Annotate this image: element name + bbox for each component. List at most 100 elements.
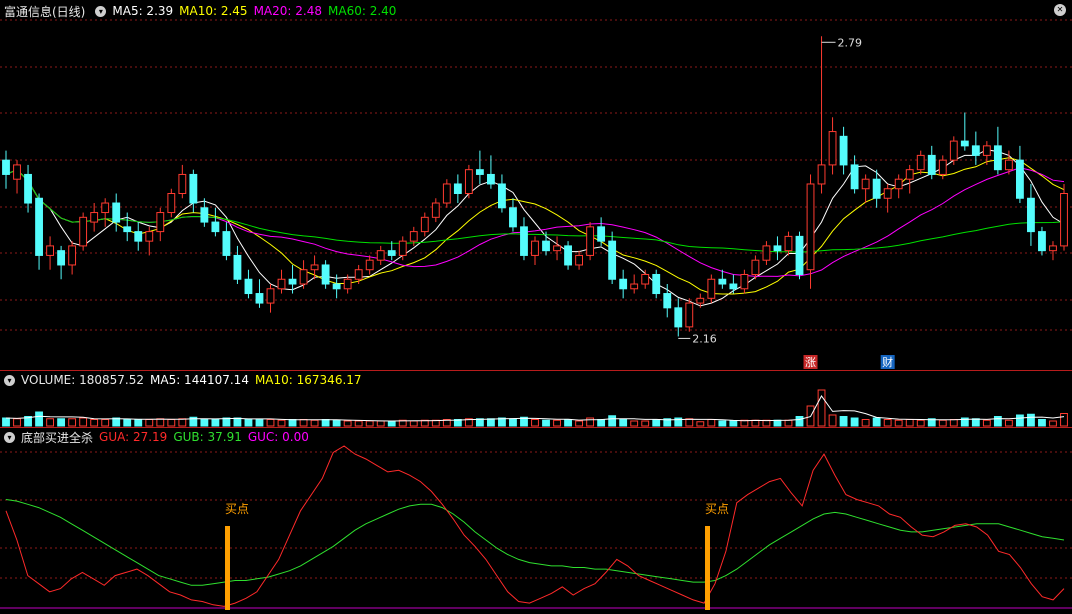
candle	[233, 245, 242, 285]
candle	[299, 260, 308, 289]
candle	[795, 231, 804, 280]
candle	[971, 131, 980, 165]
candle-body	[112, 202, 121, 223]
candle	[487, 155, 495, 189]
volume-bar	[894, 419, 903, 427]
candle-body	[354, 269, 363, 280]
indicator-dropdown-icon[interactable]: ▾	[4, 431, 15, 443]
candle	[24, 164, 32, 213]
volume-bar	[266, 419, 275, 427]
candle	[630, 274, 639, 294]
candle-body	[288, 278, 297, 285]
volume-bar	[696, 421, 705, 427]
candle	[575, 250, 583, 270]
volume-bar	[321, 419, 330, 427]
candle-body	[35, 197, 43, 256]
volume-bar	[784, 419, 793, 427]
candle-body	[641, 273, 650, 285]
candle	[619, 269, 628, 299]
volume-bar	[1049, 420, 1057, 427]
candle	[663, 284, 672, 318]
candle	[453, 174, 462, 204]
volume-bar	[101, 419, 110, 427]
candle	[916, 150, 925, 175]
candle	[564, 241, 572, 270]
volume-bar	[795, 416, 804, 427]
volume-bar	[299, 419, 308, 427]
volume-bar	[597, 419, 606, 427]
candle-body	[464, 169, 473, 195]
candle	[674, 298, 683, 337]
candle	[211, 207, 220, 237]
volume-ma10-label: MA10: 167346.17	[254, 373, 362, 387]
buy-marker-2: 买点	[705, 502, 729, 610]
volume-bar	[509, 418, 517, 427]
candle-body	[90, 212, 99, 223]
candle	[993, 126, 1002, 175]
volume-bar	[564, 419, 572, 427]
volume-bar	[608, 415, 617, 427]
candle	[200, 198, 209, 227]
volume-bar	[376, 420, 385, 427]
candle-body	[795, 235, 804, 275]
candle	[905, 164, 914, 194]
candle-body	[2, 159, 10, 175]
candle-body	[762, 245, 771, 261]
volume-bar	[993, 416, 1002, 427]
candle	[960, 112, 969, 151]
buy-marker-1: 买点	[225, 502, 249, 610]
candle-body	[398, 240, 407, 256]
candle-body	[123, 226, 132, 233]
candle	[178, 164, 187, 199]
candle-body	[299, 269, 308, 285]
volume-bar	[68, 418, 77, 427]
volume-bar	[409, 420, 418, 427]
candle	[244, 269, 253, 299]
ma60-label: MA60: 2.40	[328, 4, 397, 18]
volume-bar	[762, 419, 771, 427]
candle	[652, 269, 661, 299]
volume-bar	[35, 411, 43, 427]
candle-body	[266, 288, 275, 304]
ma5-label: MA5: 2.39	[112, 4, 174, 18]
candle-body	[420, 216, 429, 233]
volume-bar	[233, 417, 242, 427]
close-icon[interactable]: ✕	[1054, 4, 1066, 16]
ma20-label: MA20: 2.48	[253, 4, 322, 18]
volume-bar	[244, 419, 253, 427]
volume-bar	[277, 419, 286, 427]
candle	[354, 264, 363, 285]
candle	[520, 217, 528, 261]
candle	[167, 188, 176, 218]
chart-title: 富通信息(日线)	[4, 4, 86, 19]
candle-body	[79, 216, 88, 247]
volume-bar	[332, 419, 341, 427]
chart-canvas: 2.79 2.16 涨 财买点 买点	[0, 19, 1072, 610]
candle-body	[850, 164, 859, 190]
candle	[145, 226, 154, 256]
dropdown-icon[interactable]: ▾	[95, 5, 107, 17]
candle	[718, 269, 727, 289]
candle-body	[498, 183, 506, 209]
volume-bar	[773, 419, 782, 427]
candle-body	[751, 259, 760, 275]
candle	[68, 241, 77, 275]
candle-body	[586, 226, 595, 256]
badge-finance: 财	[880, 355, 895, 369]
candle-body	[784, 235, 793, 252]
volume-bar	[839, 416, 848, 427]
volume-dropdown-icon[interactable]: ▾	[4, 374, 15, 386]
price-grid	[0, 19, 1072, 609]
volume-bar	[1016, 414, 1024, 427]
candle	[255, 279, 264, 308]
price-panel-header: 富通信息(日线) ▾ MA5: 2.39 MA10: 2.45 MA20: 2.…	[0, 2, 1072, 20]
candle	[927, 145, 936, 180]
candle	[321, 260, 330, 289]
indicator-panel-header: ▾ 底部买进全杀 GUA: 27.19 GUB: 37.91 GUC: 0.00	[0, 428, 1072, 446]
candle	[641, 269, 650, 289]
candle	[79, 212, 88, 251]
candle-body	[916, 154, 925, 171]
volume-bar	[707, 419, 716, 427]
candle	[387, 241, 396, 261]
volume-bars	[2, 389, 1068, 427]
